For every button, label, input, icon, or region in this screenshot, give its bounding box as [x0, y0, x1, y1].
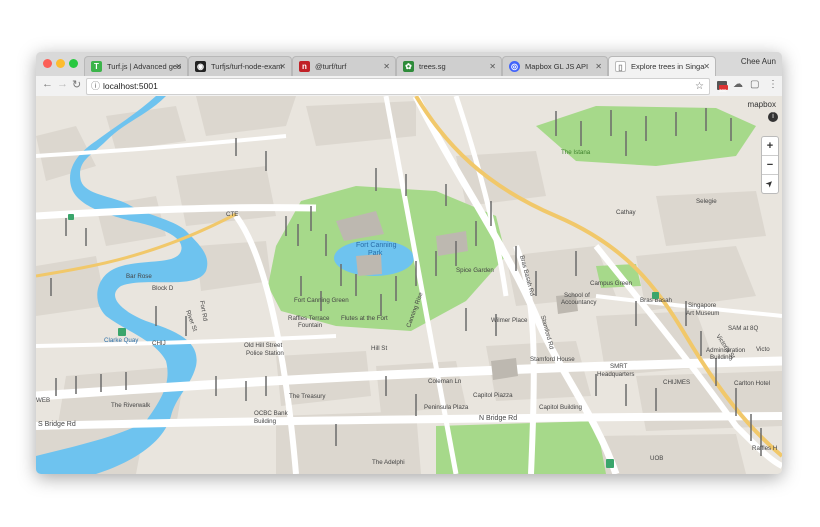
label-chijmes: CHIJMES: [663, 379, 690, 386]
label-police-station: Police Station: [246, 350, 284, 357]
label-campus-green: Campus Green: [590, 280, 633, 287]
address-bar[interactable]: ⓘ localhost:5001 ☆: [86, 78, 710, 95]
extension-icon[interactable]: ▢: [750, 79, 759, 90]
tab-github[interactable]: ◉ Turfjs/turf-node-exam ✕: [188, 56, 292, 76]
tab-treessg[interactable]: ✿ trees.sg ✕: [396, 56, 502, 76]
label-bar-rose: Bar Rose: [126, 273, 152, 280]
leaf-icon: ✿: [403, 61, 414, 72]
label-s-bridge-rd: S Bridge Rd: [38, 421, 76, 428]
label-ocbc: OCBC Bank: [254, 410, 289, 417]
label-smrt: SMRT: [610, 363, 628, 370]
label-carlton-hotel: Carlton Hotel: [734, 380, 770, 387]
tab-npm[interactable]: n @turf/turf ✕: [292, 56, 396, 76]
label-wilmer-place: Wilmer Place: [491, 317, 528, 324]
label-fort-canning: Fort Canning: [356, 242, 397, 249]
label-block-d: Block D: [152, 285, 174, 292]
close-tab-icon[interactable]: ✕: [595, 57, 602, 76]
label-the-treasury: The Treasury: [289, 393, 326, 400]
bookmark-star-icon[interactable]: ☆: [695, 79, 704, 94]
zoom-controls: + − ➤: [761, 136, 779, 194]
reload-icon[interactable]: ↻: [72, 78, 81, 91]
browser-window: T Turf.js | Advanced geo ✕ ◉ Turfjs/turf…: [36, 52, 782, 474]
extension-badge-count: 300: [719, 88, 727, 93]
label-park: Park: [368, 250, 383, 257]
label-fountain: Fountain: [298, 322, 323, 329]
padang-park: [436, 421, 606, 474]
map-canvas[interactable]: Fort Canning Park Fort Canning Green Raf…: [36, 94, 782, 474]
zoom-window-button[interactable]: [69, 59, 78, 68]
label-hill-st: Hill St: [371, 345, 387, 352]
turf-icon: T: [91, 61, 102, 72]
label-coleman-ln: Coleman Ln: [428, 378, 462, 385]
label-chij: CHIJ: [152, 340, 166, 347]
label-selegie: Selegie: [696, 198, 717, 205]
label-peninsula-plaza: Peninsula Plaza: [424, 404, 469, 411]
close-tab-icon[interactable]: ✕: [175, 57, 182, 76]
npm-icon: n: [299, 61, 310, 72]
label-raffles-h: Raffles H: [752, 445, 777, 452]
label-the-adelphi: The Adelphi: [372, 459, 405, 466]
label-uob: UOB: [650, 455, 663, 462]
mapbox-logo: mapbox: [747, 100, 776, 109]
address-url: localhost:5001: [103, 81, 158, 91]
label-capitol-building: Capitol Building: [539, 404, 583, 411]
label-school-of: School of: [564, 292, 590, 299]
label-cathay: Cathay: [616, 209, 637, 216]
tab-title: Turf.js | Advanced geo: [107, 62, 182, 71]
close-window-button[interactable]: [43, 59, 52, 68]
profile-name[interactable]: Chee Aun: [741, 57, 776, 66]
tab-mapbox[interactable]: ◎ Mapbox GL JS API ✕: [502, 56, 608, 76]
tab-title: trees.sg: [419, 62, 446, 71]
tab-title: @turf/turf: [315, 62, 347, 71]
tab-strip: T Turf.js | Advanced geo ✕ ◉ Turfjs/turf…: [36, 52, 782, 76]
label-clarke-quay: Clarke Quay: [104, 337, 139, 344]
close-tab-icon[interactable]: ✕: [383, 57, 390, 76]
page-icon: ▯: [615, 61, 626, 72]
label-the-istana: The Istana: [561, 149, 591, 156]
label-web: WEB: [36, 397, 50, 404]
label-the-riverwalk: The Riverwalk: [111, 402, 151, 409]
label-old-hill-street: Old Hill Street: [244, 342, 282, 349]
minimize-window-button[interactable]: [56, 59, 65, 68]
label-n-bridge-rd: N Bridge Rd: [479, 415, 517, 422]
tab-explore-trees[interactable]: ▯ Explore trees in Singa ✕: [608, 56, 716, 76]
label-building: Building: [254, 418, 277, 425]
mapbox-icon: ◎: [509, 61, 520, 72]
map-svg: Fort Canning Park Fort Canning Green Raf…: [36, 94, 782, 474]
label-raffles-terrace: Raffles Terrace: [288, 315, 330, 322]
back-arrow-icon[interactable]: ←: [42, 78, 53, 90]
close-tab-icon[interactable]: ✕: [703, 57, 710, 76]
label-singapore-art: Singapore: [688, 302, 717, 309]
label-victoria: Victo: [756, 346, 770, 353]
label-art-museum: Art Museum: [686, 310, 719, 317]
label-fort-canning-green: Fort Canning Green: [294, 297, 349, 304]
label-spice-garden: Spice Garden: [456, 267, 494, 274]
label-accountancy: Accountancy: [561, 299, 597, 306]
menu-dots-icon[interactable]: ⋮: [768, 79, 778, 90]
label-sam-at-8q: SAM at 8Q: [728, 325, 758, 332]
label-flutes: Flutes at the Fort: [341, 315, 388, 322]
close-tab-icon[interactable]: ✕: [489, 57, 496, 76]
tab-title: Explore trees in Singa: [631, 62, 705, 71]
tab-turfjs[interactable]: T Turf.js | Advanced geo ✕: [84, 56, 188, 76]
github-icon: ◉: [195, 61, 206, 72]
attribution-info-icon[interactable]: i: [768, 112, 778, 122]
tab-title: Turfjs/turf-node-exam: [211, 62, 283, 71]
cloud-icon[interactable]: ☁: [733, 79, 743, 90]
close-tab-icon[interactable]: ✕: [279, 57, 286, 76]
compass-button[interactable]: ➤: [758, 172, 782, 196]
label-capitol-piazza: Capitol Piazza: [473, 392, 513, 399]
label-headquarters: Headquarters: [597, 371, 635, 378]
forward-arrow-icon[interactable]: →: [57, 78, 68, 90]
label-stamford-house: Stamford House: [530, 356, 575, 363]
browser-toolbar: ← → ↻ ⓘ localhost:5001 ☆ 300 ☁ ▢ ⋮: [36, 76, 782, 97]
tab-title: Mapbox GL JS API: [525, 62, 589, 71]
zoom-in-button[interactable]: +: [762, 137, 778, 156]
label-cte: CTE: [226, 211, 238, 218]
info-icon: ⓘ: [91, 81, 101, 91]
